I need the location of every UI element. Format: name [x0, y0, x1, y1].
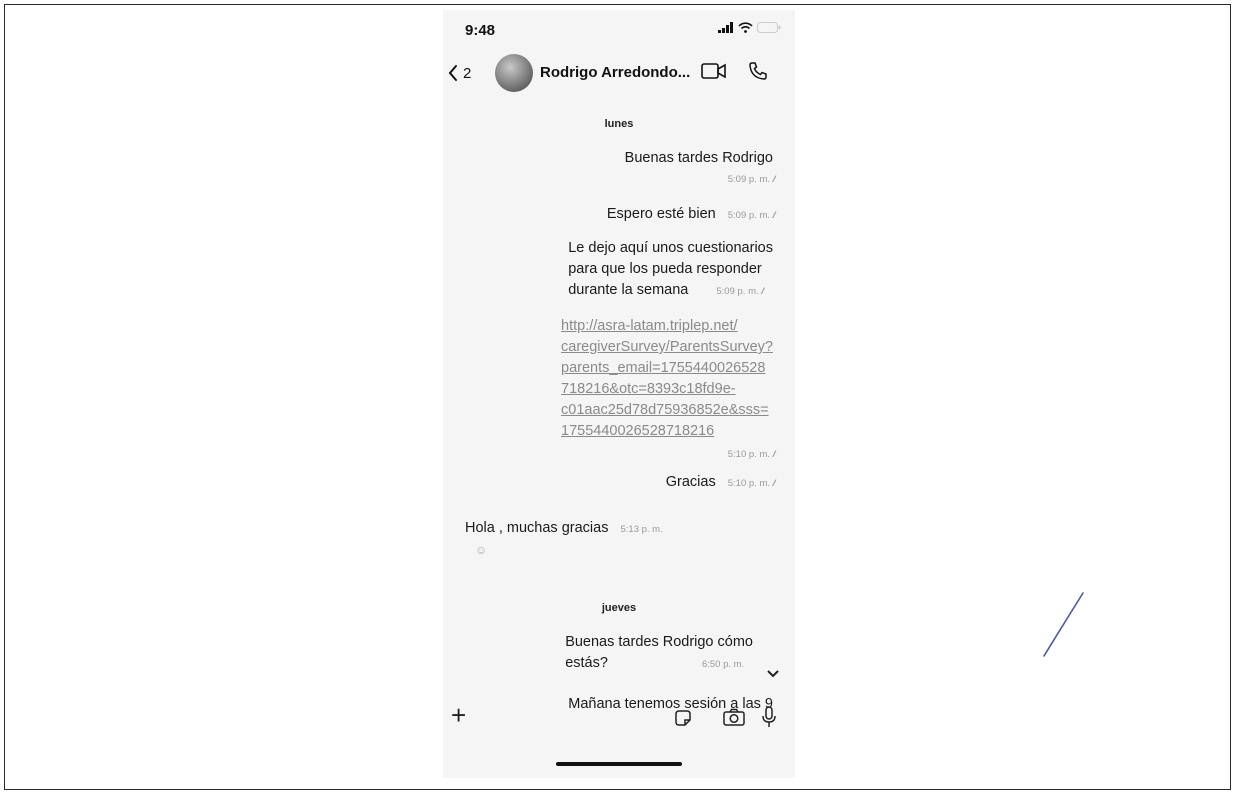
reaction-icon[interactable]: ☺: [475, 540, 663, 561]
message-time: 6:50 p. m.: [701, 659, 745, 670]
message-time: 5:10 p. m.//: [727, 478, 776, 489]
message-bubble[interactable]: Le dejo aquí unos cuestionarios para que…: [568, 238, 773, 302]
message-text: Hola , muchas gracias: [465, 520, 609, 536]
unread-count: 2: [463, 64, 472, 82]
message-text: Espero esté bien: [606, 206, 716, 222]
plus-icon[interactable]: +: [451, 702, 466, 728]
camera-button[interactable]: [723, 708, 745, 731]
link-line[interactable]: c01aac25d78d75936852e&sss=: [561, 400, 773, 421]
link-line[interactable]: 718216&otc=8393c18fd9e-: [561, 379, 773, 400]
message-text: Buenas tardes Rodrigo: [624, 150, 773, 166]
composer-bar: +: [443, 700, 795, 740]
day-separator-jueves: jueves: [601, 602, 637, 614]
phone-screen: 9:48 2 Rodrigo Arredondo... lunes Buenas…: [443, 10, 795, 778]
chevron-down-icon: [767, 670, 779, 678]
message-time: 5:09 p. m.//: [716, 286, 764, 297]
status-icons: [718, 22, 781, 33]
message-list[interactable]: lunes Buenas tardes Rodrigo 5:09 p. m.//…: [443, 100, 795, 712]
message-text-line: Le dejo aquí unos cuestionarios: [568, 240, 773, 256]
status-bar: 9:48: [443, 10, 795, 50]
wifi-icon: [738, 22, 753, 33]
status-time: 9:48: [465, 22, 496, 39]
voice-call-button[interactable]: [748, 61, 768, 86]
camera-icon: [723, 708, 745, 726]
contact-avatar[interactable]: [495, 54, 533, 92]
battery-icon: [757, 22, 781, 33]
video-call-button[interactable]: [701, 62, 727, 85]
survey-link[interactable]: http://asra-latam.triplep.net/ caregiver…: [561, 316, 773, 442]
phone-icon: [749, 62, 767, 80]
link-line[interactable]: 1755440026528718216: [561, 421, 773, 442]
mic-button[interactable]: [762, 706, 776, 733]
message-text-line: para que los pueda responder: [568, 261, 762, 277]
pen-stroke-mark: [1043, 592, 1084, 657]
message-link-bubble[interactable]: http://asra-latam.triplep.net/ caregiver…: [561, 316, 776, 465]
link-line[interactable]: http://asra-latam.triplep.net/: [561, 316, 773, 337]
message-text-line: durante la semana: [568, 282, 689, 298]
home-indicator: [556, 762, 682, 766]
back-button[interactable]: 2: [447, 64, 471, 82]
message-time: 5:13 p. m.: [620, 524, 663, 535]
message-text: Gracias: [665, 474, 716, 490]
signal-icon: [718, 22, 733, 33]
link-line[interactable]: caregiverSurvey/ParentsSurvey?: [561, 337, 773, 358]
message-bubble[interactable]: Gracias 5:10 p. m.//: [665, 472, 776, 494]
video-icon: [701, 63, 726, 79]
sticker-icon: [675, 710, 691, 726]
message-bubble-incoming[interactable]: Hola , muchas gracias 5:13 p. m. ☺: [465, 518, 663, 561]
message-bubble[interactable]: Espero esté bien 5:09 p. m.//: [606, 204, 776, 226]
message-bubble[interactable]: Buenas tardes Rodrigo 5:09 p. m.//: [624, 148, 776, 190]
message-time: 5:10 p. m.//: [727, 449, 776, 460]
day-separator-lunes: lunes: [604, 118, 634, 130]
link-line[interactable]: parents_email=1755440026528: [561, 358, 773, 379]
chat-header: 2 Rodrigo Arredondo...: [443, 50, 795, 100]
chevron-left-icon: [448, 65, 457, 81]
message-bubble[interactable]: Buenas tardes Rodrigo cómo estás? 6:50 p…: [565, 632, 753, 675]
message-time: 5:09 p. m.//: [727, 174, 776, 185]
message-text-line: estás?: [565, 655, 608, 671]
scroll-down-button[interactable]: [767, 666, 779, 681]
sticker-button[interactable]: [674, 709, 692, 732]
message-text-line: Buenas tardes Rodrigo cómo: [565, 634, 753, 650]
mic-icon: [762, 706, 776, 727]
message-time: 5:09 p. m.//: [727, 210, 776, 221]
contact-name[interactable]: Rodrigo Arredondo...: [540, 64, 690, 81]
